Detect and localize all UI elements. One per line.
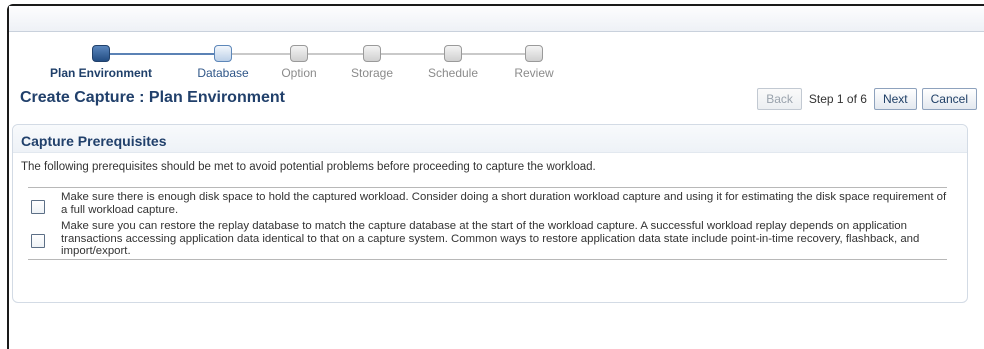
prerequisite-checkbox-restore-database[interactable] [31,234,45,248]
capture-prerequisites-panel: Capture Prerequisites The following prer… [12,124,968,303]
prerequisite-list: Make sure there is enough disk space to … [28,187,947,260]
train-stop-option [290,45,308,62]
train-label-database[interactable]: Database [197,66,248,80]
train-connector [101,53,223,55]
train-stop-schedule [444,45,462,62]
train-label-storage: Storage [350,66,394,80]
top-bar [9,6,984,32]
train-stop-review [525,45,543,62]
train-label-plan-environment: Plan Environment [49,66,153,80]
list-item: Make sure you can restore the replay dat… [28,217,947,259]
list-item: Make sure there is enough disk space to … [28,188,947,217]
prerequisite-text: Make sure there is enough disk space to … [61,191,947,216]
panel-title: Capture Prerequisites [21,133,167,149]
wizard-train: Plan Environment Database Option Storage… [20,44,580,84]
back-button[interactable]: Back [757,88,802,110]
panel-description: The following prerequisites should be me… [21,161,596,173]
train-connector [223,53,543,55]
train-label-schedule: Schedule [427,66,479,80]
step-indicator: Step 1 of 6 [808,92,867,106]
train-stop-database[interactable] [214,45,232,62]
train-label-option: Option [281,66,317,80]
train-label-review: Review [514,66,554,80]
wizard-navigation: Back Step 1 of 6 Next Cancel [757,88,977,110]
train-stop-plan-environment [92,45,110,62]
prerequisite-checkbox-disk-space[interactable] [31,200,45,214]
page-title: Create Capture : Plan Environment [20,89,285,106]
cancel-button[interactable]: Cancel [921,88,977,110]
next-button[interactable]: Next [873,88,917,110]
prerequisite-text: Make sure you can restore the replay dat… [61,220,920,257]
train-stop-storage [363,45,381,62]
